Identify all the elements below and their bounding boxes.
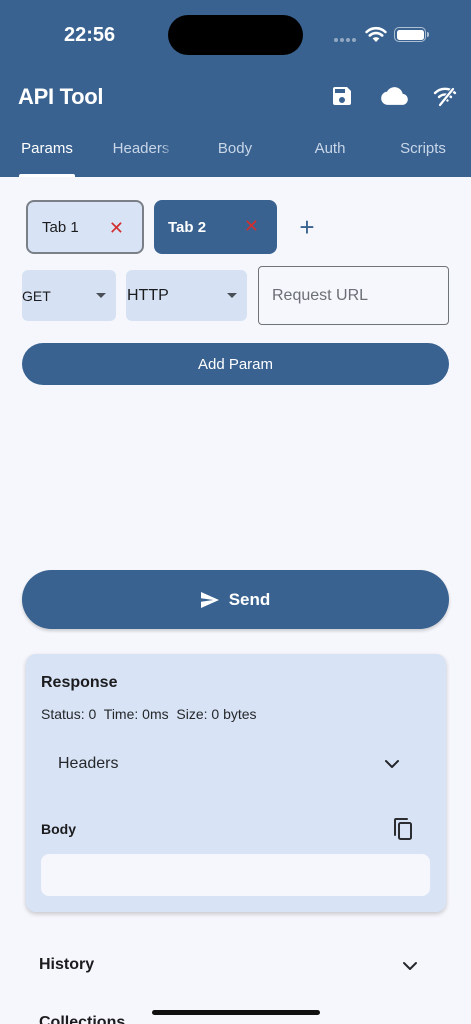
method-select[interactable]: GET	[22, 270, 116, 321]
request-tab-1[interactable]: Tab 1 ✕	[26, 200, 144, 254]
tab-params[interactable]: Params	[16, 140, 78, 177]
response-stats: Status: 0 Time: 0ms Size: 0 bytes	[41, 706, 257, 722]
response-title: Response	[41, 674, 118, 691]
add-param-button[interactable]: Add Param	[22, 343, 449, 385]
tab-auth[interactable]: Auth	[301, 140, 359, 177]
tab-scripts[interactable]: Scripts	[390, 140, 456, 177]
save-icon	[333, 87, 351, 105]
add-tab-button[interactable]: +	[296, 214, 318, 240]
dropdown-arrow-icon	[227, 293, 237, 298]
request-url-input[interactable]	[258, 266, 449, 325]
battery-icon	[394, 27, 429, 42]
response-headers-label[interactable]: Headers	[58, 755, 118, 773]
protocol-select[interactable]: HTTP	[126, 270, 247, 321]
copy-icon[interactable]	[392, 817, 414, 841]
method-value: GET	[22, 287, 51, 304]
send-button[interactable]: Send	[22, 570, 449, 629]
status-time: 22:56	[64, 24, 116, 46]
wifi-sync-icon	[433, 87, 457, 107]
app-title: API Tool	[18, 84, 104, 109]
response-body-field[interactable]	[41, 854, 430, 896]
request-tab-label: Tab 2	[168, 218, 207, 236]
tab-headers[interactable]: Headers	[108, 140, 174, 177]
tab-body[interactable]: Body	[206, 140, 264, 177]
save-button[interactable]	[328, 82, 356, 110]
response-card: Response Status: 0 Time: 0ms Size: 0 byt…	[26, 654, 446, 912]
app-header: 22:56 API Tool Params Headers Body Auth …	[0, 0, 471, 177]
close-tab-icon[interactable]: ✕	[109, 218, 124, 238]
dropdown-arrow-icon	[96, 293, 106, 298]
active-tab-indicator	[19, 174, 75, 177]
send-icon	[200, 591, 219, 608]
response-body-label: Body	[41, 821, 76, 837]
history-section-title[interactable]: History	[39, 956, 94, 974]
add-param-label: Add Param	[197, 355, 274, 373]
chevron-down-icon[interactable]	[400, 956, 420, 976]
dynamic-island	[168, 15, 303, 55]
cellular-signal-icon	[334, 38, 358, 44]
wifi-status-icon	[365, 26, 387, 42]
request-tab-label: Tab 1	[42, 218, 79, 236]
cloud-button[interactable]	[380, 82, 408, 110]
collections-section-title[interactable]: Collections	[39, 1014, 125, 1024]
chevron-down-icon[interactable]	[384, 754, 400, 774]
close-tab-icon[interactable]: ✕	[244, 216, 259, 236]
send-label: Send	[228, 589, 271, 609]
connection-button[interactable]	[431, 82, 459, 110]
home-indicator	[152, 1010, 320, 1015]
cloud-icon	[380, 87, 408, 105]
protocol-value: HTTP	[127, 286, 169, 304]
request-tab-2[interactable]: Tab 2 ✕	[154, 200, 277, 254]
